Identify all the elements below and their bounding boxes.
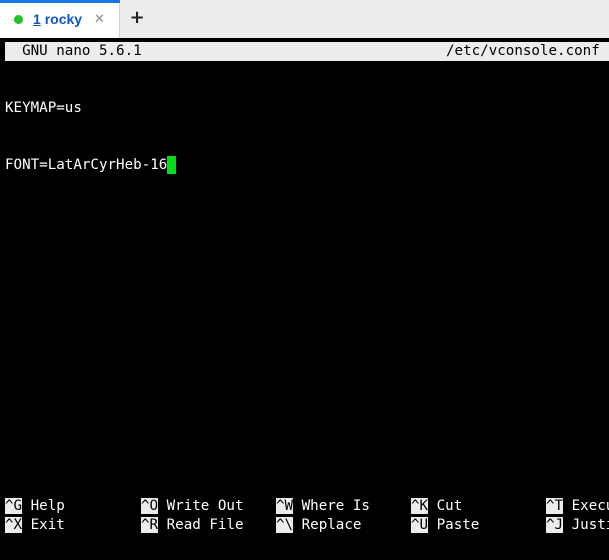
new-tab-button[interactable]: + [127, 7, 147, 29]
shortcut-label: Execute [571, 498, 609, 514]
close-icon[interactable]: ✕ [94, 12, 105, 27]
shortcut-key: ^G [5, 498, 23, 514]
connection-status-dot [14, 14, 23, 24]
editor-buffer[interactable]: KEYMAP=us FONT=LatArCyrHeb-16 [5, 61, 177, 213]
shortcut-help: ^G Help [5, 497, 65, 516]
shortcut-exit: ^X Exit [5, 516, 65, 535]
shortcut-read-file: ^R Read File [141, 516, 244, 535]
file-path: /etc/vconsole.conf [446, 43, 600, 59]
nano-version: GNU nano 5.6.1 [5, 43, 142, 59]
shortcut-replace: ^\ Replace [276, 516, 361, 535]
tab-label: 1 rocky [33, 11, 82, 27]
tab-rocky[interactable]: 1 rocky ✕ [0, 0, 120, 38]
shortcut-key: ^\ [276, 517, 294, 533]
tab-name: rocky [44, 11, 83, 27]
shortcut-row: ^X Exit ^R Read File ^\ Replace ^U Paste… [5, 516, 609, 535]
shortcut-bar: ^G Help ^O Write Out ^W Where Is ^K Cut … [5, 497, 609, 535]
shortcut-label: Exit [30, 517, 65, 533]
shortcut-label: Justify [571, 517, 609, 533]
shortcut-row: ^G Help ^O Write Out ^W Where Is ^K Cut … [5, 497, 609, 516]
shortcut-key: ^R [141, 517, 159, 533]
plus-icon: + [129, 7, 145, 28]
shortcut-key: ^O [141, 498, 159, 514]
shortcut-label: Replace [301, 517, 362, 533]
nano-title-bar: GNU nano 5.6.1 /etc/vconsole.conf [5, 42, 609, 61]
shortcut-key: ^X [5, 517, 23, 533]
shortcut-write-out: ^O Write Out [141, 497, 244, 516]
shortcut-key: ^J [546, 517, 564, 533]
text-cursor [167, 156, 177, 174]
shortcut-execute: ^T Execute [546, 497, 609, 516]
shortcut-label: Paste [436, 517, 480, 533]
editor-line: KEYMAP=us [5, 100, 82, 116]
shortcut-key: ^T [546, 498, 564, 514]
shortcut-key: ^U [411, 517, 429, 533]
shortcut-cut: ^K Cut [411, 497, 462, 516]
tab-bar: 1 rocky ✕ + [0, 0, 609, 39]
shortcut-paste: ^U Paste [411, 516, 479, 535]
shortcut-where-is: ^W Where Is [276, 497, 370, 516]
terminal-screen[interactable]: GNU nano 5.6.1 /etc/vconsole.conf KEYMAP… [0, 38, 609, 560]
shortcut-label: Write Out [166, 498, 244, 514]
editor-line: FONT=LatArCyrHeb-16 [5, 156, 177, 175]
shortcut-key: ^K [411, 498, 429, 514]
tab-number: 1 [33, 11, 41, 27]
shortcut-label: Where Is [301, 498, 370, 514]
shortcut-label: Read File [166, 517, 244, 533]
shortcut-label: Cut [436, 498, 463, 514]
shortcut-label: Help [30, 498, 65, 514]
active-tab-indicator [0, 0, 120, 3]
shortcut-key: ^W [276, 498, 294, 514]
shortcut-justify: ^J Justify [546, 516, 609, 535]
